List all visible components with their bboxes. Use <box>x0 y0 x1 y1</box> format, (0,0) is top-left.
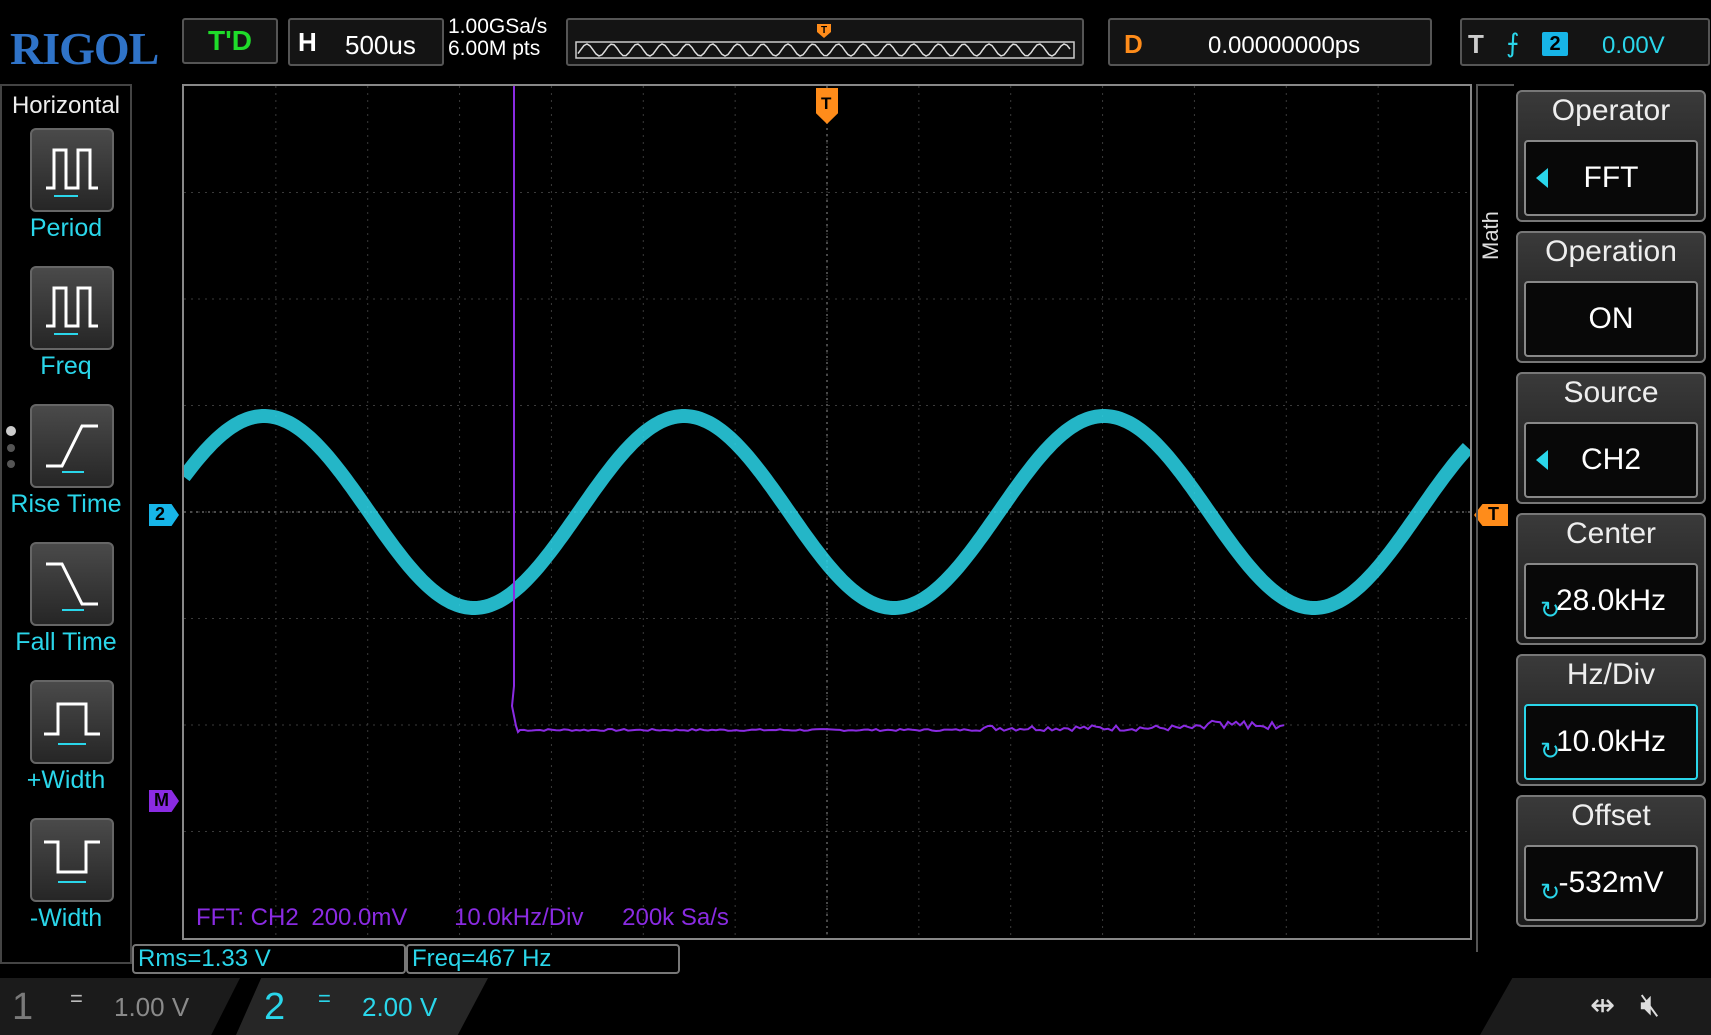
center-value-field[interactable]: ↻ 28.0kHz <box>1524 563 1698 639</box>
fft-info-line: FFT: CH2 200.0mV 10.0kHz/Div 200k Sa/s <box>196 904 729 932</box>
fft-rate: 200k Sa/s <box>622 904 729 931</box>
usb-icon: ⇹ <box>1590 989 1616 1022</box>
rigol-logo: RIGOL <box>10 23 159 74</box>
memory-overview-wave: T <box>575 24 1075 59</box>
sample-rate: 1.00GSa/s <box>448 15 548 38</box>
operation-label: Operation <box>1545 235 1677 268</box>
ch2-number: 2 <box>264 986 286 1028</box>
waveform-graticule <box>178 86 1474 938</box>
ch1-scale: 1.00 V <box>114 992 190 1022</box>
select-arrow-icon <box>1536 168 1548 188</box>
fall-time-icon <box>30 542 114 626</box>
dc-coupling-icon: = <box>318 986 331 1011</box>
operator-value-field[interactable]: FFT <box>1524 140 1698 216</box>
timebase-key: H <box>298 27 317 57</box>
run-status-badge[interactable]: T'D <box>182 18 278 64</box>
acquisition-info: 1.00GSa/s 6.00M pts <box>448 16 547 60</box>
math-fft-waveform <box>510 86 1285 734</box>
measure-rise-time-item[interactable]: Rise Time <box>2 404 130 540</box>
measurement-rms[interactable]: Rms=1.33 V <box>132 944 406 974</box>
measurement-freq[interactable]: Freq=467 Hz <box>406 944 680 974</box>
delay-box[interactable]: D 0.00000000ps <box>1108 18 1432 66</box>
system-status-area: ⇹ 🔇︎ <box>1480 978 1711 1035</box>
operation-value-field[interactable]: ON <box>1524 281 1698 357</box>
operator-menu-item[interactable]: Operator FFT <box>1516 90 1706 222</box>
measure-positive-width-item[interactable]: +Width <box>2 680 130 816</box>
period-icon <box>30 128 114 212</box>
rise-time-label: Rise Time <box>10 490 122 518</box>
fft-source: FFT: CH2 <box>196 904 299 931</box>
period-label: Period <box>29 214 103 242</box>
operator-label: Operator <box>1551 94 1671 127</box>
positive-width-icon <box>30 680 114 764</box>
hz-div-value-field[interactable]: ↻ 10.0kHz <box>1524 704 1698 780</box>
negative-width-icon <box>30 818 114 902</box>
menu-page-indicator[interactable] <box>6 426 16 468</box>
trigger-key: T <box>1468 29 1484 59</box>
measure-period-item[interactable]: Period <box>2 128 130 264</box>
center-menu-item[interactable]: Center ↻ 28.0kHz <box>1516 513 1706 645</box>
measure-fall-time-item[interactable]: Fall Time <box>2 542 130 678</box>
negative-width-label: -Width <box>29 904 103 932</box>
fall-time-label: Fall Time <box>15 628 117 656</box>
speaker-muted-icon[interactable]: 🔇︎ <box>1640 986 1660 1024</box>
delay-value: 0.00000000ps <box>1208 32 1361 59</box>
math-offset-marker[interactable]: M <box>149 790 179 812</box>
timebase-box[interactable]: H 500us <box>288 18 444 66</box>
menu-title: Horizontal <box>11 92 121 119</box>
offset-label: Offset <box>1571 799 1651 832</box>
horizontal-measure-menu: Horizontal Period Freq Rise Time Fall Ti… <box>0 84 132 964</box>
trigger-box[interactable]: T ⨍ 2 0.00V <box>1460 18 1710 66</box>
ch2-scale: 2.00 V <box>362 992 438 1022</box>
ch2-status[interactable]: 2 = 2.00 V <box>236 978 488 1035</box>
offset-menu-item[interactable]: Offset ↻ -532mV <box>1516 795 1706 927</box>
knob-icon: ↻ <box>1540 879 1561 906</box>
measure-freq-item[interactable]: Freq <box>2 266 130 402</box>
knob-icon: ↻ <box>1540 597 1561 624</box>
memory-depth: 6.00M pts <box>448 37 541 60</box>
timebase-value: 500us <box>345 30 416 60</box>
knob-icon: ↻ <box>1540 738 1561 765</box>
delay-key: D <box>1124 29 1143 59</box>
rising-edge-icon: ⨍ <box>1506 28 1520 58</box>
hz-div-label: Hz/Div <box>1566 658 1656 691</box>
trigger-level: 0.00V <box>1602 32 1665 59</box>
center-label: Center <box>1565 517 1657 550</box>
source-value-field[interactable]: CH2 <box>1524 422 1698 498</box>
ch1-number: 1 <box>12 986 34 1028</box>
memory-overview-bar[interactable]: T <box>566 18 1084 66</box>
fft-scale: 200.0mV <box>311 904 408 931</box>
offset-value-field[interactable]: ↻ -532mV <box>1524 845 1698 921</box>
ch1-status[interactable]: 1 = 1.00 V <box>0 978 240 1035</box>
positive-width-label: +Width <box>26 766 106 794</box>
math-menu-panel: Math Operator FFT Operation ON Source CH… <box>1476 84 1711 952</box>
freq-label: Freq <box>40 352 92 380</box>
rise-time-icon <box>30 404 114 488</box>
operation-menu-item[interactable]: Operation ON <box>1516 231 1706 363</box>
source-label: Source <box>1563 376 1659 409</box>
waveform-display[interactable] <box>178 84 1474 940</box>
trigger-source-badge: 2 <box>1542 32 1568 56</box>
trigger-pos-letter: T <box>821 25 827 36</box>
measure-negative-width-item[interactable]: -Width <box>2 818 130 954</box>
ch2-offset-marker[interactable]: 2 <box>149 504 179 526</box>
select-arrow-icon <box>1536 450 1548 470</box>
top-status-bar: RIGOL T'D H 500us 1.00GSa/s 6.00M pts T … <box>0 0 1711 88</box>
hz-div-menu-item[interactable]: Hz/Div ↻ 10.0kHz <box>1516 654 1706 786</box>
frequency-icon <box>30 266 114 350</box>
dc-coupling-icon: = <box>70 986 83 1011</box>
fft-hz-div: 10.0kHz/Div <box>454 904 584 931</box>
source-menu-item[interactable]: Source CH2 <box>1516 372 1706 504</box>
trigger-position-marker: T <box>817 24 831 38</box>
